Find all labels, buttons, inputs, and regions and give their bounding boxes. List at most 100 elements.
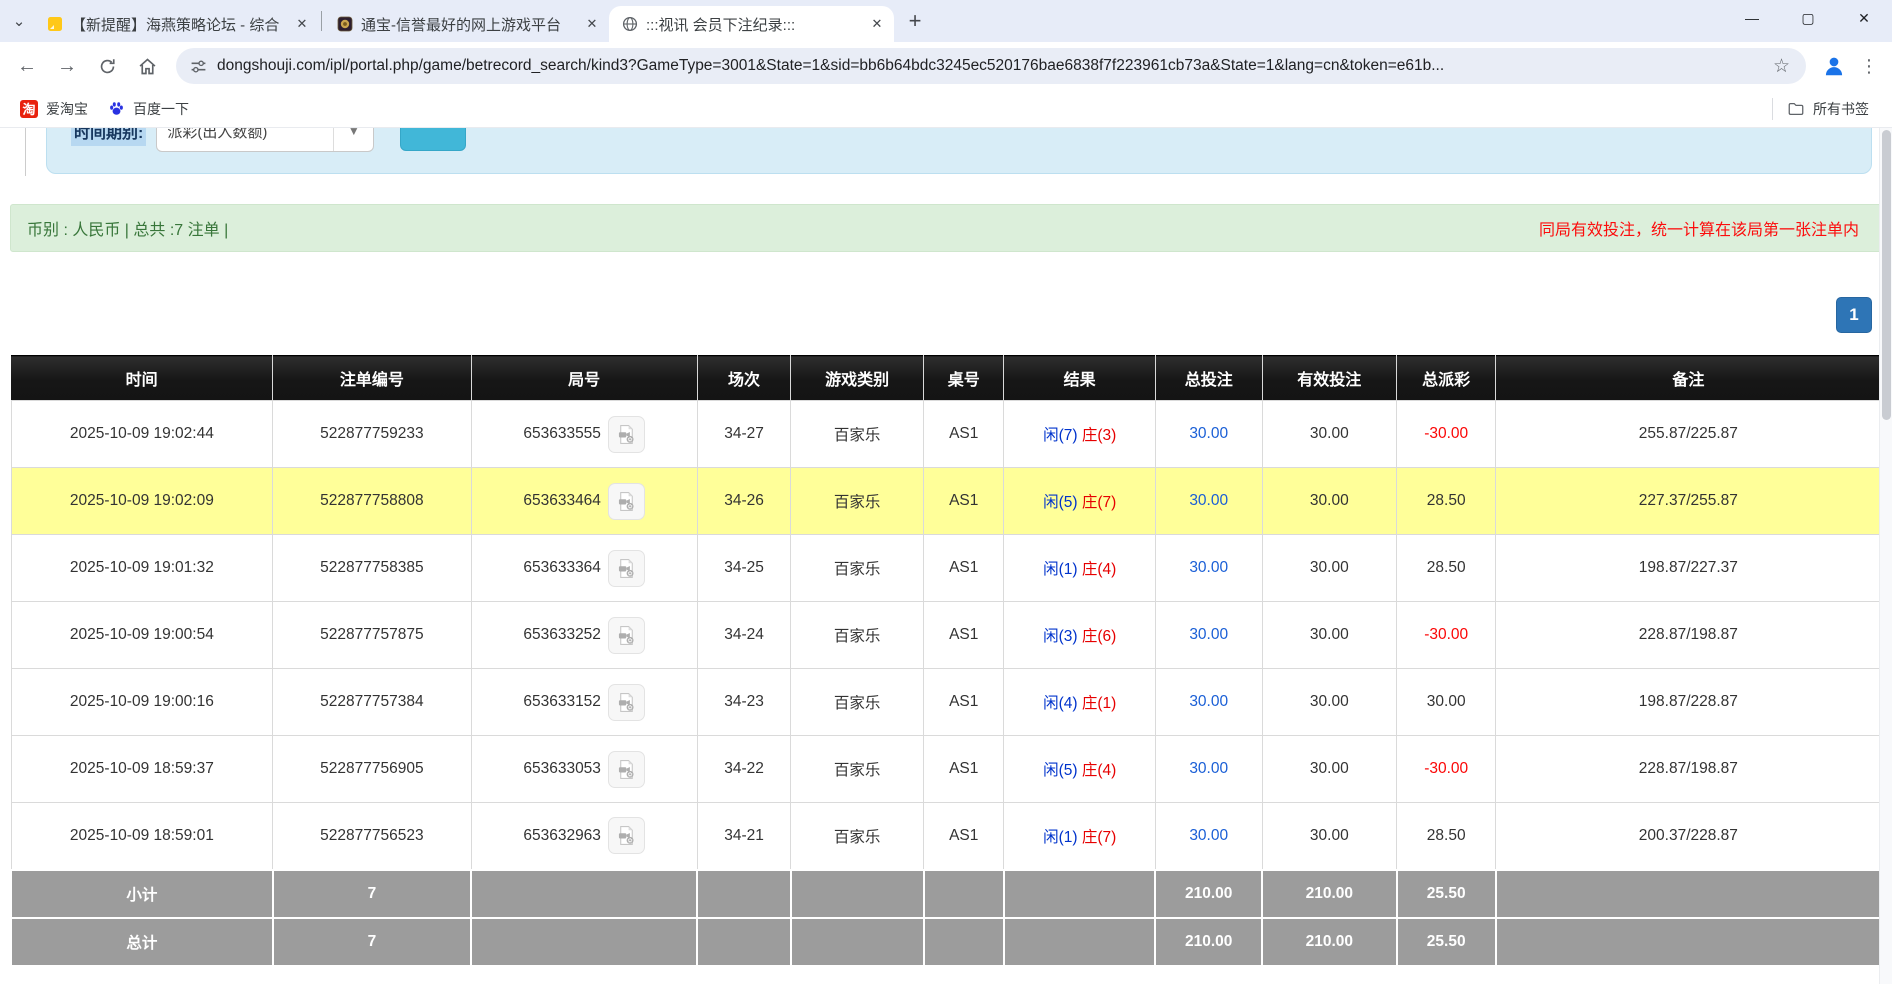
cell-remark: 228.87/198.87 [1496, 736, 1881, 803]
cell-total-bet[interactable]: 30.00 [1155, 602, 1262, 669]
tab-close-icon[interactable]: ✕ [291, 13, 313, 35]
column-header: 桌号 [924, 356, 1004, 401]
tab-tongbao[interactable]: 通宝-信誉最好的网上游戏平台 ✕ [324, 6, 609, 42]
subtotal-count: 7 [273, 870, 471, 918]
bookmark-baidu[interactable]: 百度一下 [98, 95, 199, 123]
window-controls: — ▢ ✕ [1724, 0, 1892, 36]
form-label: 时间期别: [71, 128, 146, 146]
cell-game-type: 百家乐 [791, 803, 924, 870]
plus-icon: + [909, 8, 922, 34]
minimize-button[interactable]: — [1724, 0, 1780, 36]
subtotal-payout: 25.50 [1397, 870, 1496, 918]
bet-table-header-row: 时间注单编号局号场次游戏类别桌号结果总投注有效投注总派彩备注 [11, 356, 1881, 401]
result-player: 闲(7) [1043, 427, 1077, 444]
cell-table-no: AS1 [924, 736, 1004, 803]
result-banker: 庄(7) [1082, 829, 1116, 846]
tab-close-icon[interactable]: ✕ [581, 13, 603, 35]
page-content: 时间期别: 派彩(出入数额) ▼ 币别 : 人民币 | 总共 :7 注单 | 同… [0, 128, 1892, 984]
cell-bet-id: 522877759233 [273, 401, 471, 468]
folder-icon [1787, 100, 1805, 118]
cell-time: 2025-10-09 19:02:09 [11, 468, 273, 535]
bet-record-row: 2025-10-09 19:00:54522877757875653633252… [11, 602, 1881, 669]
cell-total-bet[interactable]: 30.00 [1155, 736, 1262, 803]
cell-total-bet[interactable]: 30.00 [1155, 535, 1262, 602]
cell-session: 34-26 [697, 468, 791, 535]
tab-search-button[interactable]: ⌄ [4, 6, 34, 36]
browser-tab-strip: ⌄ 【新提醒】海燕策略论坛 - 综合 ✕ 通宝-信誉最好的网上游戏平台 ✕ ::… [0, 0, 1892, 42]
search-button[interactable] [400, 128, 466, 151]
cell-round: 653633364 [471, 535, 697, 602]
empty-cell [697, 918, 791, 966]
tab-divider [321, 11, 322, 31]
video-replay-button[interactable] [608, 416, 645, 453]
bookmark-star-icon[interactable]: ☆ [1771, 55, 1792, 78]
bet-record-row: 2025-10-09 19:01:32522877758385653633364… [11, 535, 1881, 602]
cell-bet-id: 522877758385 [273, 535, 471, 602]
cell-valid-bet: 30.00 [1262, 535, 1397, 602]
cell-bet-id: 522877757875 [273, 602, 471, 669]
profile-avatar[interactable] [1816, 48, 1852, 84]
cell-payout: -30.00 [1397, 736, 1496, 803]
address-bar[interactable]: dongshouji.com/ipl/portal.php/game/betre… [176, 48, 1806, 84]
reload-button[interactable] [88, 47, 126, 85]
cell-total-bet[interactable]: 30.00 [1155, 669, 1262, 736]
empty-cell [1496, 870, 1881, 918]
cell-bet-id: 522877758808 [273, 468, 471, 535]
tab-close-icon[interactable]: ✕ [866, 13, 888, 35]
cell-time: 2025-10-09 19:01:32 [11, 535, 273, 602]
video-replay-button[interactable] [608, 483, 645, 520]
cell-total-bet[interactable]: 30.00 [1155, 468, 1262, 535]
back-button[interactable]: ← [8, 47, 46, 85]
url-text[interactable]: dongshouji.com/ipl/portal.php/game/betre… [217, 57, 1761, 75]
period-select-value: 派彩(出入数额) [157, 128, 333, 142]
scrollbar-thumb[interactable] [1882, 130, 1891, 420]
cell-result: 闲(5) 庄(4) [1004, 736, 1155, 803]
page-scrollbar[interactable] [1879, 128, 1892, 984]
total-payout: 25.50 [1397, 918, 1496, 966]
new-tab-button[interactable]: + [900, 6, 930, 36]
cell-valid-bet: 30.00 [1262, 736, 1397, 803]
home-button[interactable] [128, 47, 166, 85]
browser-menu-button[interactable]: ⋮ [1854, 48, 1884, 84]
column-header: 局号 [471, 356, 697, 401]
cell-table-no: AS1 [924, 401, 1004, 468]
cell-table-no: AS1 [924, 803, 1004, 870]
cell-payout: 28.50 [1397, 803, 1496, 870]
video-replay-button[interactable] [608, 617, 645, 654]
pagination: 1 [0, 297, 1872, 333]
cell-total-bet[interactable]: 30.00 [1155, 803, 1262, 870]
cell-session: 34-23 [697, 669, 791, 736]
cell-remark: 227.37/255.87 [1496, 468, 1881, 535]
video-replay-button[interactable] [608, 550, 645, 587]
result-player: 闲(3) [1043, 628, 1077, 645]
video-replay-button[interactable] [608, 684, 645, 721]
bet-table-body: 2025-10-09 19:02:44522877759233653633555… [11, 401, 1881, 870]
maximize-button[interactable]: ▢ [1780, 0, 1836, 36]
result-banker: 庄(4) [1082, 561, 1116, 578]
summary-bar: 币别 : 人民币 | 总共 :7 注单 | 同局有效投注，统一计算在该局第一张注… [10, 204, 1882, 252]
cell-time: 2025-10-09 19:00:54 [11, 602, 273, 669]
total-total-bet: 210.00 [1155, 918, 1262, 966]
video-file-icon [616, 558, 637, 579]
page-1-button[interactable]: 1 [1836, 297, 1872, 333]
close-button[interactable]: ✕ [1836, 0, 1892, 36]
bet-record-row: 2025-10-09 18:59:37522877756905653633053… [11, 736, 1881, 803]
all-bookmarks-button[interactable]: 所有书签 [1772, 98, 1882, 120]
subtotal-valid-bet: 210.00 [1262, 870, 1397, 918]
video-replay-button[interactable] [608, 751, 645, 788]
tab-forum[interactable]: 【新提醒】海燕策略论坛 - 综合 ✕ [34, 6, 319, 42]
video-replay-button[interactable] [608, 817, 645, 854]
result-banker: 庄(6) [1082, 628, 1116, 645]
cell-time: 2025-10-09 18:59:01 [11, 803, 273, 870]
forward-button[interactable]: → [48, 47, 86, 85]
bookmark-label: 爱淘宝 [46, 99, 88, 119]
bookmark-aitaobao[interactable]: 淘 爱淘宝 [10, 95, 98, 123]
cell-table-no: AS1 [924, 602, 1004, 669]
site-info-icon[interactable] [190, 58, 207, 75]
cell-total-bet[interactable]: 30.00 [1155, 401, 1262, 468]
period-select[interactable]: 派彩(出入数额) ▼ [156, 128, 374, 152]
cell-game-type: 百家乐 [791, 736, 924, 803]
tab-bet-records[interactable]: :::视讯 会员下注纪录::: ✕ [609, 6, 894, 42]
bookmarks-bar: 淘 爱淘宝 百度一下 所有书签 [0, 90, 1892, 128]
cell-valid-bet: 30.00 [1262, 669, 1397, 736]
